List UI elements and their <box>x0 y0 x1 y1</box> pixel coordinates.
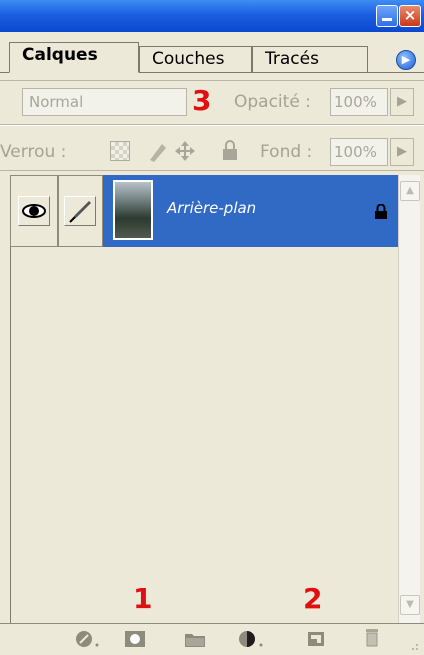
scroll-up-button[interactable]: ▲ <box>400 181 420 201</box>
layer-row[interactable]: Arrière-plan <box>10 175 398 248</box>
layer-name: Arrière-plan <box>167 199 257 217</box>
lock-all-icon[interactable] <box>220 140 240 162</box>
lock-label: Verrou : <box>0 142 67 162</box>
lock-image-icon[interactable] <box>146 140 170 164</box>
brush-toggle[interactable] <box>58 175 103 247</box>
layers-footer <box>0 623 424 651</box>
fill-arrow-button[interactable]: ▶ <box>390 138 414 166</box>
layer-selected-background[interactable]: Arrière-plan <box>103 175 398 247</box>
resize-grip[interactable] <box>406 636 420 650</box>
fill-label: Fond : <box>260 142 313 162</box>
opacity-field[interactable]: 100% <box>330 88 388 116</box>
annotation-marker-2: 2 <box>303 582 323 615</box>
visibility-toggle[interactable] <box>10 175 58 247</box>
minimize-icon <box>382 18 392 21</box>
add-mask-icon[interactable] <box>123 630 147 652</box>
fill-field[interactable]: 100% <box>330 138 388 166</box>
opacity-arrow-button[interactable]: ▶ <box>390 88 414 116</box>
adjustment-layer-icon[interactable] <box>238 630 268 652</box>
scrollbar[interactable]: ▲ ▼ <box>398 175 420 623</box>
title-bar: × <box>0 0 424 32</box>
opacity-label: Opacité : <box>234 92 311 112</box>
panel-menu-button[interactable]: ▶ <box>396 50 416 70</box>
lock-position-icon[interactable] <box>174 140 196 162</box>
brush-icon <box>64 196 96 226</box>
trash-icon[interactable] <box>362 627 382 653</box>
tab-couches[interactable]: Couches <box>139 46 252 72</box>
new-layer-icon[interactable] <box>305 630 327 652</box>
layer-lock-icon <box>373 203 389 220</box>
divider <box>0 125 424 126</box>
layer-thumbnail <box>113 180 153 240</box>
eye-icon <box>18 196 50 226</box>
divider <box>0 170 424 171</box>
lock-transparency-icon[interactable] <box>110 141 130 161</box>
divider <box>0 80 424 81</box>
annotation-marker-3: 3 <box>192 84 212 117</box>
tab-calques[interactable]: Calques <box>9 42 139 73</box>
annotation-marker-1: 1 <box>133 582 153 615</box>
scroll-down-button[interactable]: ▼ <box>400 595 420 615</box>
link-layers-icon[interactable] <box>75 630 101 652</box>
close-button[interactable]: × <box>399 5 421 27</box>
minimize-button[interactable] <box>376 5 398 27</box>
blend-mode-select[interactable]: Normal <box>22 88 187 116</box>
new-group-icon[interactable] <box>183 630 207 652</box>
tab-traces[interactable]: Tracés <box>252 46 368 72</box>
